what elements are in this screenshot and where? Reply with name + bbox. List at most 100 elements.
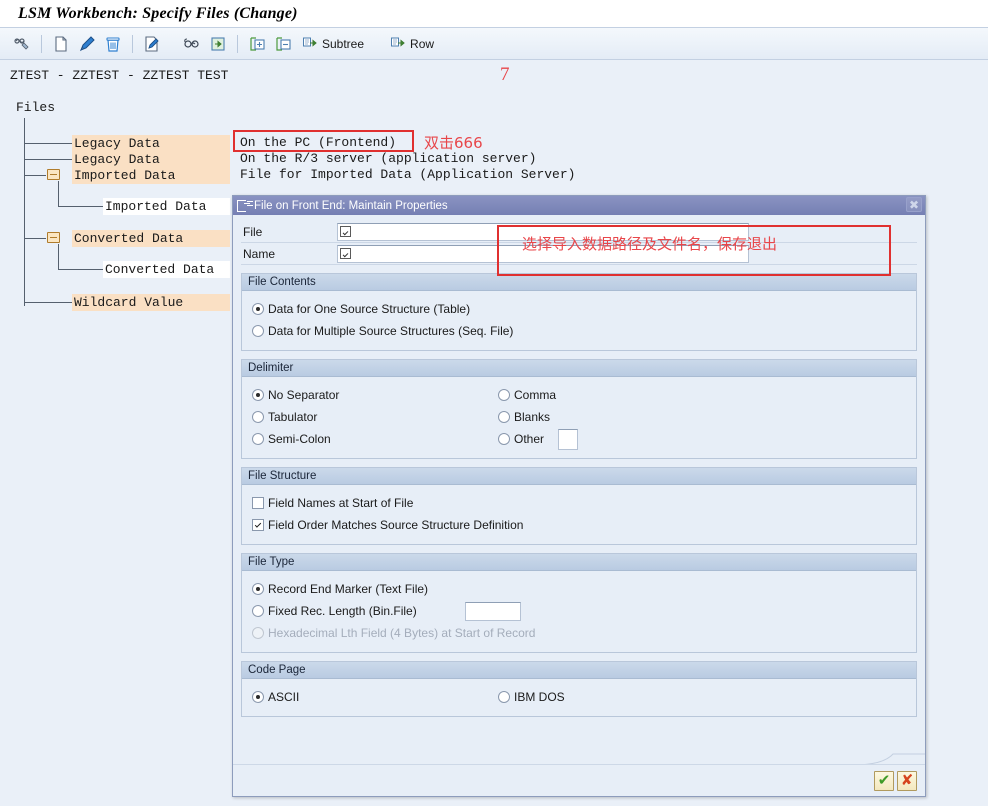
- expand-subtree-icon[interactable]: [245, 32, 269, 56]
- delete-trash-icon[interactable]: [101, 32, 125, 56]
- tree-node-wildcard-value[interactable]: Wildcard Value: [72, 294, 230, 311]
- radio-row-fixed-rec-length[interactable]: Fixed Rec. Length (Bin.File): [252, 600, 906, 622]
- delimiter-group: Delimiter No Separator Tabulator Semi-Co…: [241, 359, 917, 459]
- tree-subtrunk-line: [58, 244, 59, 269]
- file-type-group-title: File Type: [242, 554, 916, 571]
- radio-label-other: Other: [514, 432, 545, 446]
- radio-comma[interactable]: [498, 389, 510, 401]
- tree-branch-line: [24, 175, 46, 176]
- radio-blanks[interactable]: [498, 411, 510, 423]
- tree-branch-line: [58, 269, 104, 270]
- radio-row-ibm-dos[interactable]: IBM DOS: [498, 686, 798, 708]
- radio-row-blanks[interactable]: Blanks: [498, 406, 798, 428]
- checkbox-icon: [340, 248, 351, 259]
- tree-node-converted-data-child[interactable]: Converted Data: [103, 261, 230, 278]
- tree-node-imported-data-child[interactable]: Imported Data: [103, 198, 230, 215]
- tree-desc-on-the-pc[interactable]: On the PC (Frontend): [240, 135, 396, 150]
- radio-record-end-marker[interactable]: [252, 583, 264, 595]
- file-structure-group: File Structure Field Names at Start of F…: [241, 467, 917, 545]
- cancel-button[interactable]: ✘: [897, 770, 917, 791]
- radio-ascii[interactable]: [252, 691, 264, 703]
- checkbox-field-order-matches[interactable]: [252, 519, 264, 531]
- subtree-label: Subtree: [322, 36, 365, 51]
- radio-row-comma[interactable]: Comma: [498, 384, 798, 406]
- radio-label-record-end-marker: Record End Marker (Text File): [268, 582, 429, 596]
- radio-row-tabulator[interactable]: Tabulator: [252, 406, 498, 428]
- window-titlebar: LSM Workbench: Specify Files (Change): [0, 0, 988, 28]
- radio-row-other[interactable]: Other: [498, 428, 798, 450]
- tree-subtrunk-line: [58, 181, 59, 206]
- subtree-button[interactable]: Subtree: [297, 32, 369, 56]
- dialog-titlebar: File on Front End: Maintain Properties ✖: [233, 196, 925, 215]
- file-type-group: File Type Record End Marker (Text File) …: [241, 553, 917, 653]
- tree-branch-line: [24, 159, 73, 160]
- file-properties-dialog: File on Front End: Maintain Properties ✖…: [232, 195, 926, 797]
- tree-node-converted-data-folder[interactable]: Converted Data: [72, 230, 230, 247]
- radio-one-source-structure[interactable]: [252, 303, 264, 315]
- tree-annotation-text: 双击666: [424, 134, 483, 152]
- tree-node-legacy-data-r3[interactable]: Legacy Data: [72, 151, 230, 168]
- step-marker-annotation: 7: [500, 64, 510, 85]
- collapse-subtree-icon[interactable]: [271, 32, 295, 56]
- row-icon: [390, 35, 407, 52]
- subtree-icon: [302, 35, 319, 52]
- folder-icon[interactable]: [47, 232, 60, 243]
- file-structure-group-body: Field Names at Start of File Field Order…: [242, 485, 916, 544]
- radio-semi-colon[interactable]: [252, 433, 264, 445]
- radio-row-one-source-structure[interactable]: Data for One Source Structure (Table): [252, 298, 906, 320]
- edit-document-icon[interactable]: [140, 32, 164, 56]
- radio-label-ascii: ASCII: [268, 690, 300, 704]
- tree-node-imported-data-folder[interactable]: Imported Data: [72, 167, 230, 184]
- edit-pencil-icon[interactable]: [75, 32, 99, 56]
- radio-label-ibm-dos: IBM DOS: [514, 690, 565, 704]
- display-glasses-icon[interactable]: [180, 32, 204, 56]
- code-page-left-column: ASCII: [252, 686, 498, 708]
- new-document-icon[interactable]: [49, 32, 73, 56]
- code-page-right-column: IBM DOS: [498, 686, 798, 708]
- radio-no-separator[interactable]: [252, 389, 264, 401]
- radio-row-ascii[interactable]: ASCII: [252, 686, 498, 708]
- row-button[interactable]: Row: [385, 32, 439, 56]
- radio-label-one-source-structure: Data for One Source Structure (Table): [268, 302, 471, 316]
- radio-row-semi-colon[interactable]: Semi-Colon: [252, 428, 498, 450]
- checkbox-label-field-names-at-start: Field Names at Start of File: [268, 496, 414, 510]
- radio-row-multiple-source-structures[interactable]: Data for Multiple Source Structures (Seq…: [252, 320, 906, 342]
- checkbox-row-field-names-at-start[interactable]: Field Names at Start of File: [252, 492, 906, 514]
- close-icon[interactable]: ✖: [906, 197, 922, 212]
- checkbox-icon: [340, 226, 351, 237]
- radio-label-comma: Comma: [514, 388, 557, 402]
- radio-multiple-source-structures[interactable]: [252, 325, 264, 337]
- delimiter-group-body: No Separator Tabulator Semi-Colon Comma …: [242, 377, 916, 458]
- radio-other[interactable]: [498, 433, 510, 445]
- folder-icon[interactable]: [47, 169, 60, 180]
- checkbox-field-names-at-start[interactable]: [252, 497, 264, 509]
- other-delimiter-input[interactable]: [558, 428, 579, 450]
- checkbox-row-field-order-matches[interactable]: Field Order Matches Source Structure Def…: [252, 514, 906, 536]
- radio-tabulator[interactable]: [252, 411, 264, 423]
- tree-desc-imported-data[interactable]: File for Imported Data (Application Serv…: [240, 167, 575, 182]
- file-contents-group-title: File Contents: [242, 274, 916, 291]
- display-change-icon[interactable]: [10, 32, 34, 56]
- radio-ibm-dos[interactable]: [498, 691, 510, 703]
- code-page-group-body: ASCII IBM DOS: [242, 679, 916, 716]
- export-arrow-icon[interactable]: [206, 32, 230, 56]
- confirm-button[interactable]: ✔: [874, 770, 894, 791]
- toolbar-separator: [41, 34, 42, 53]
- name-input[interactable]: [337, 244, 749, 263]
- radio-row-record-end-marker[interactable]: Record End Marker (Text File): [252, 578, 906, 600]
- radio-fixed-rec-length[interactable]: [252, 605, 264, 617]
- tree-branch-line: [24, 238, 46, 239]
- tree-node-legacy-data-pc[interactable]: Legacy Data: [72, 135, 230, 152]
- check-icon: ✔: [877, 771, 891, 789]
- fixed-rec-length-input[interactable]: [464, 601, 521, 621]
- tree-desc-on-the-r3[interactable]: On the R/3 server (application server): [240, 151, 536, 166]
- radio-row-no-separator[interactable]: No Separator: [252, 384, 498, 406]
- radio-hexadecimal-lth-field: [252, 627, 264, 639]
- name-field-label: Name: [243, 246, 276, 261]
- row-label: Row: [410, 36, 435, 51]
- tree-branch-line: [24, 302, 73, 303]
- name-field-row: Name: [241, 243, 917, 265]
- file-input[interactable]: [337, 222, 749, 241]
- radio-label-semi-colon: Semi-Colon: [268, 432, 331, 446]
- tree-branch-line: [24, 143, 73, 144]
